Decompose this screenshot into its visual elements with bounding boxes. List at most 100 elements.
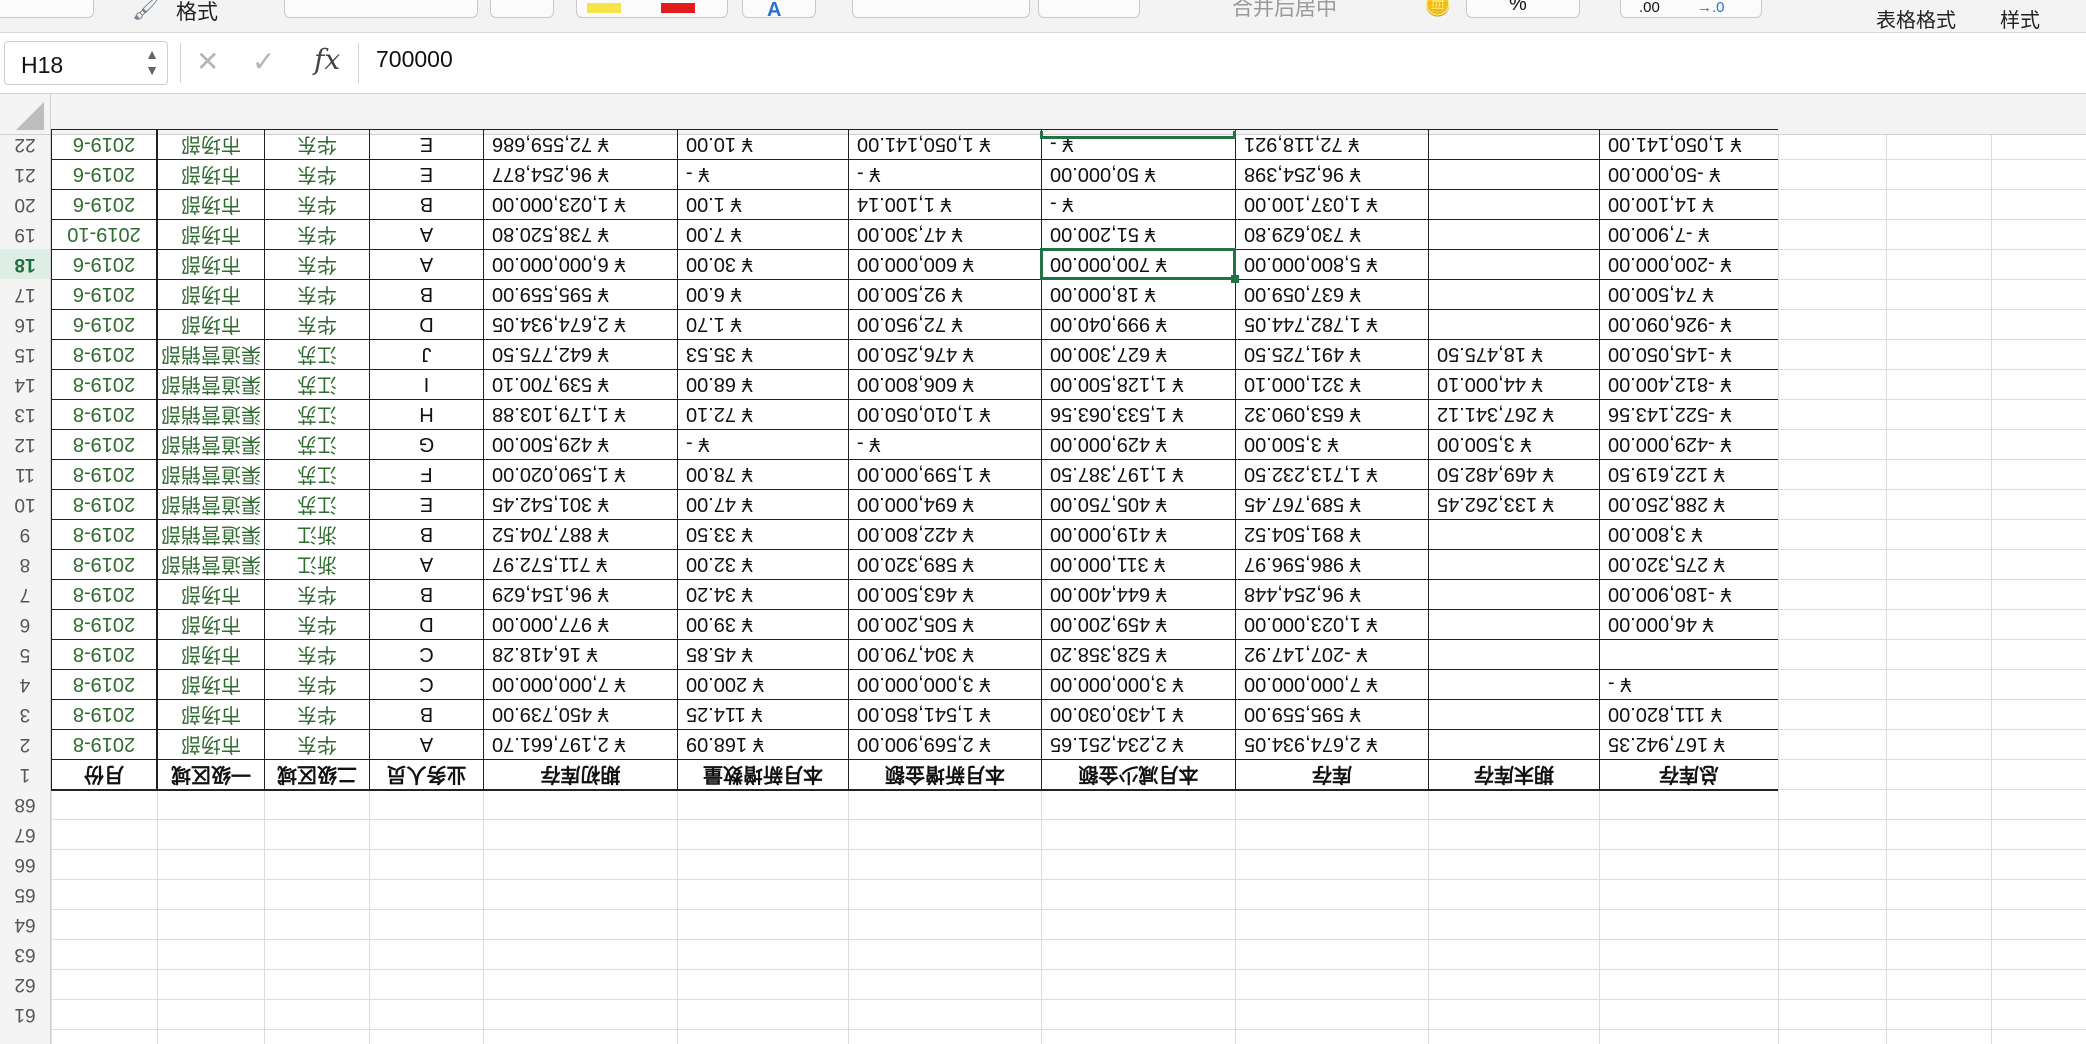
table-cell[interactable]: 华东 — [264, 219, 369, 249]
table-cell[interactable]: ¥ -207,147.92 — [1235, 639, 1428, 669]
table-cell[interactable]: ¥ - — [1599, 669, 1778, 699]
table-cell[interactable]: 市场部 — [157, 579, 264, 609]
table-cell[interactable]: ¥ 51,200.00 — [1041, 219, 1235, 249]
table-cell[interactable]: ¥ 3,000,000.00 — [848, 669, 1041, 699]
table-cell[interactable]: ¥ -145,050.00 — [1599, 339, 1778, 369]
table-cell[interactable]: ¥ 1,050,141.00 — [848, 129, 1041, 159]
table-cell[interactable]: 华东 — [264, 609, 369, 639]
table-cell[interactable]: ¥ 1,050,141.00 — [1599, 129, 1778, 159]
table-cell[interactable]: ¥ 44,000.10 — [1428, 369, 1599, 399]
table-cell[interactable]: ¥ 311,000.00 — [1041, 549, 1235, 579]
column-title-cell[interactable]: 本月减少金额 — [1041, 759, 1235, 789]
table-cell[interactable]: 2019-6 — [51, 159, 157, 189]
table-cell[interactable]: G — [369, 429, 483, 459]
table-cell[interactable]: 市场部 — [157, 669, 264, 699]
row-header[interactable]: 19 — [0, 219, 50, 249]
table-cell[interactable]: ¥ 96,254,448 — [1235, 579, 1428, 609]
row-header[interactable]: 18 — [0, 249, 50, 279]
table-cell[interactable]: ¥ 47,300.00 — [848, 219, 1041, 249]
table-cell[interactable] — [1428, 729, 1599, 759]
cancel-icon[interactable]: ✕ — [196, 45, 219, 78]
table-cell[interactable]: ¥ 463,500.00 — [848, 579, 1041, 609]
table-cell[interactable] — [1599, 639, 1778, 669]
table-cell[interactable]: ¥ 47.00 — [677, 489, 848, 519]
row-header[interactable]: 17 — [0, 279, 50, 309]
table-cell[interactable]: ¥ 600,000.00 — [848, 249, 1041, 279]
row-header[interactable]: 5 — [0, 639, 50, 669]
table-cell[interactable]: ¥ 39.00 — [677, 609, 848, 639]
table-cell[interactable]: ¥ 459,200.00 — [1041, 609, 1235, 639]
table-cell[interactable]: ¥ 74,500.00 — [1599, 279, 1778, 309]
table-cell[interactable]: ¥ 7.00 — [677, 219, 848, 249]
table-cell[interactable]: 市场部 — [157, 699, 264, 729]
table-cell[interactable]: ¥ - — [848, 429, 1041, 459]
table-cell[interactable]: ¥ 887,704.52 — [483, 519, 677, 549]
table-cell[interactable]: ¥ 642,775.50 — [483, 339, 677, 369]
fill-handle[interactable] — [1231, 275, 1239, 283]
table-cell[interactable]: ¥ 644,400.00 — [1041, 579, 1235, 609]
table-cell[interactable]: 2019-8 — [51, 639, 157, 669]
table-cell[interactable]: C — [369, 639, 483, 669]
table-cell[interactable]: ¥ 72,118,921 — [1235, 129, 1428, 159]
currency-icon[interactable]: 🪙 — [1424, 0, 1451, 18]
table-cell[interactable]: ¥ 321,000.10 — [1235, 369, 1428, 399]
table-cell[interactable]: ¥ 711,572.97 — [483, 549, 677, 579]
table-cell[interactable]: ¥ 694,000.00 — [848, 489, 1041, 519]
table-cell[interactable] — [1428, 309, 1599, 339]
table-cell[interactable]: 市场部 — [157, 639, 264, 669]
table-cell[interactable]: 2019-8 — [51, 579, 157, 609]
cell-style-label[interactable]: 样式 — [2000, 4, 2040, 32]
row-header[interactable]: 62 — [0, 969, 50, 999]
table-cell[interactable]: A — [369, 249, 483, 279]
table-cell[interactable]: 2019-8 — [51, 729, 157, 759]
table-cell[interactable]: 2019-8 — [51, 429, 157, 459]
table-cell[interactable]: 江苏 — [264, 489, 369, 519]
table-cell[interactable]: 2019-8 — [51, 489, 157, 519]
indent-group[interactable] — [1038, 0, 1140, 18]
table-cell[interactable]: 2019-6 — [51, 279, 157, 309]
align-group[interactable] — [852, 0, 1030, 18]
table-cell[interactable]: ¥ -429,000.00 — [1599, 429, 1778, 459]
table-cell[interactable]: ¥ 2,569,900.00 — [848, 729, 1041, 759]
table-cell[interactable]: ¥ 469,482.50 — [1428, 459, 1599, 489]
table-cell[interactable]: 2019-6 — [51, 249, 157, 279]
table-cell[interactable]: ¥ 16,418.28 — [483, 639, 677, 669]
table-cell[interactable]: 渠道营销部 — [157, 489, 264, 519]
table-cell[interactable]: ¥ 589,767.45 — [1235, 489, 1428, 519]
table-cell[interactable]: ¥ 730,629.80 — [1235, 219, 1428, 249]
table-cell[interactable]: ¥ 637,059.00 — [1235, 279, 1428, 309]
table-cell[interactable] — [1428, 609, 1599, 639]
row-header[interactable]: 3 — [0, 699, 50, 729]
table-cell[interactable]: 江苏 — [264, 339, 369, 369]
table-cell[interactable]: 2019-8 — [51, 549, 157, 579]
table-cell[interactable]: B — [369, 519, 483, 549]
table-cell[interactable]: ¥ -200,000.00 — [1599, 249, 1778, 279]
table-cell[interactable]: 华东 — [264, 729, 369, 759]
row-header-bar[interactable]: 22 21 20 19 18 17 16 15 14 13 12 11 10 9 8 7 6 5 4 3 2 1 68 67 6… — [0, 134, 51, 1044]
table-cell[interactable]: 2019-6 — [51, 129, 157, 159]
table-cell[interactable]: ¥ 68.00 — [677, 369, 848, 399]
table-cell[interactable]: E — [369, 129, 483, 159]
table-cell[interactable]: ¥ 301,542.45 — [483, 489, 677, 519]
paste-group[interactable] — [0, 0, 94, 18]
row-header[interactable]: 64 — [0, 909, 50, 939]
table-cell[interactable]: 华东 — [264, 159, 369, 189]
table-cell[interactable]: 2019-8 — [51, 459, 157, 489]
table-cell[interactable]: ¥ 1,782,744.05 — [1235, 309, 1428, 339]
table-cell[interactable]: 华东 — [264, 309, 369, 339]
column-title-cell[interactable]: 本月新增金额 — [848, 759, 1041, 789]
table-cell[interactable]: 华东 — [264, 189, 369, 219]
table-cell[interactable]: 浙江 — [264, 519, 369, 549]
table-cell[interactable]: 华东 — [264, 579, 369, 609]
row-header[interactable]: 10 — [0, 489, 50, 519]
row-header[interactable]: 11 — [0, 459, 50, 489]
table-cell[interactable]: ¥ 6,000,000.00 — [483, 249, 677, 279]
column-title-cell[interactable]: 库存 — [1235, 759, 1428, 789]
table-cell[interactable]: ¥ 2,674,934.05 — [483, 309, 677, 339]
table-cell[interactable]: ¥ 700,000.00 — [1041, 249, 1235, 279]
table-cell[interactable]: ¥ -7,900.00 — [1599, 219, 1778, 249]
table-cell[interactable]: ¥ 1,590,020.00 — [483, 459, 677, 489]
table-cell[interactable]: ¥ 986,596.97 — [1235, 549, 1428, 579]
table-cell[interactable]: ¥ 891,504.52 — [1235, 519, 1428, 549]
table-cell[interactable]: 2019-6 — [51, 189, 157, 219]
